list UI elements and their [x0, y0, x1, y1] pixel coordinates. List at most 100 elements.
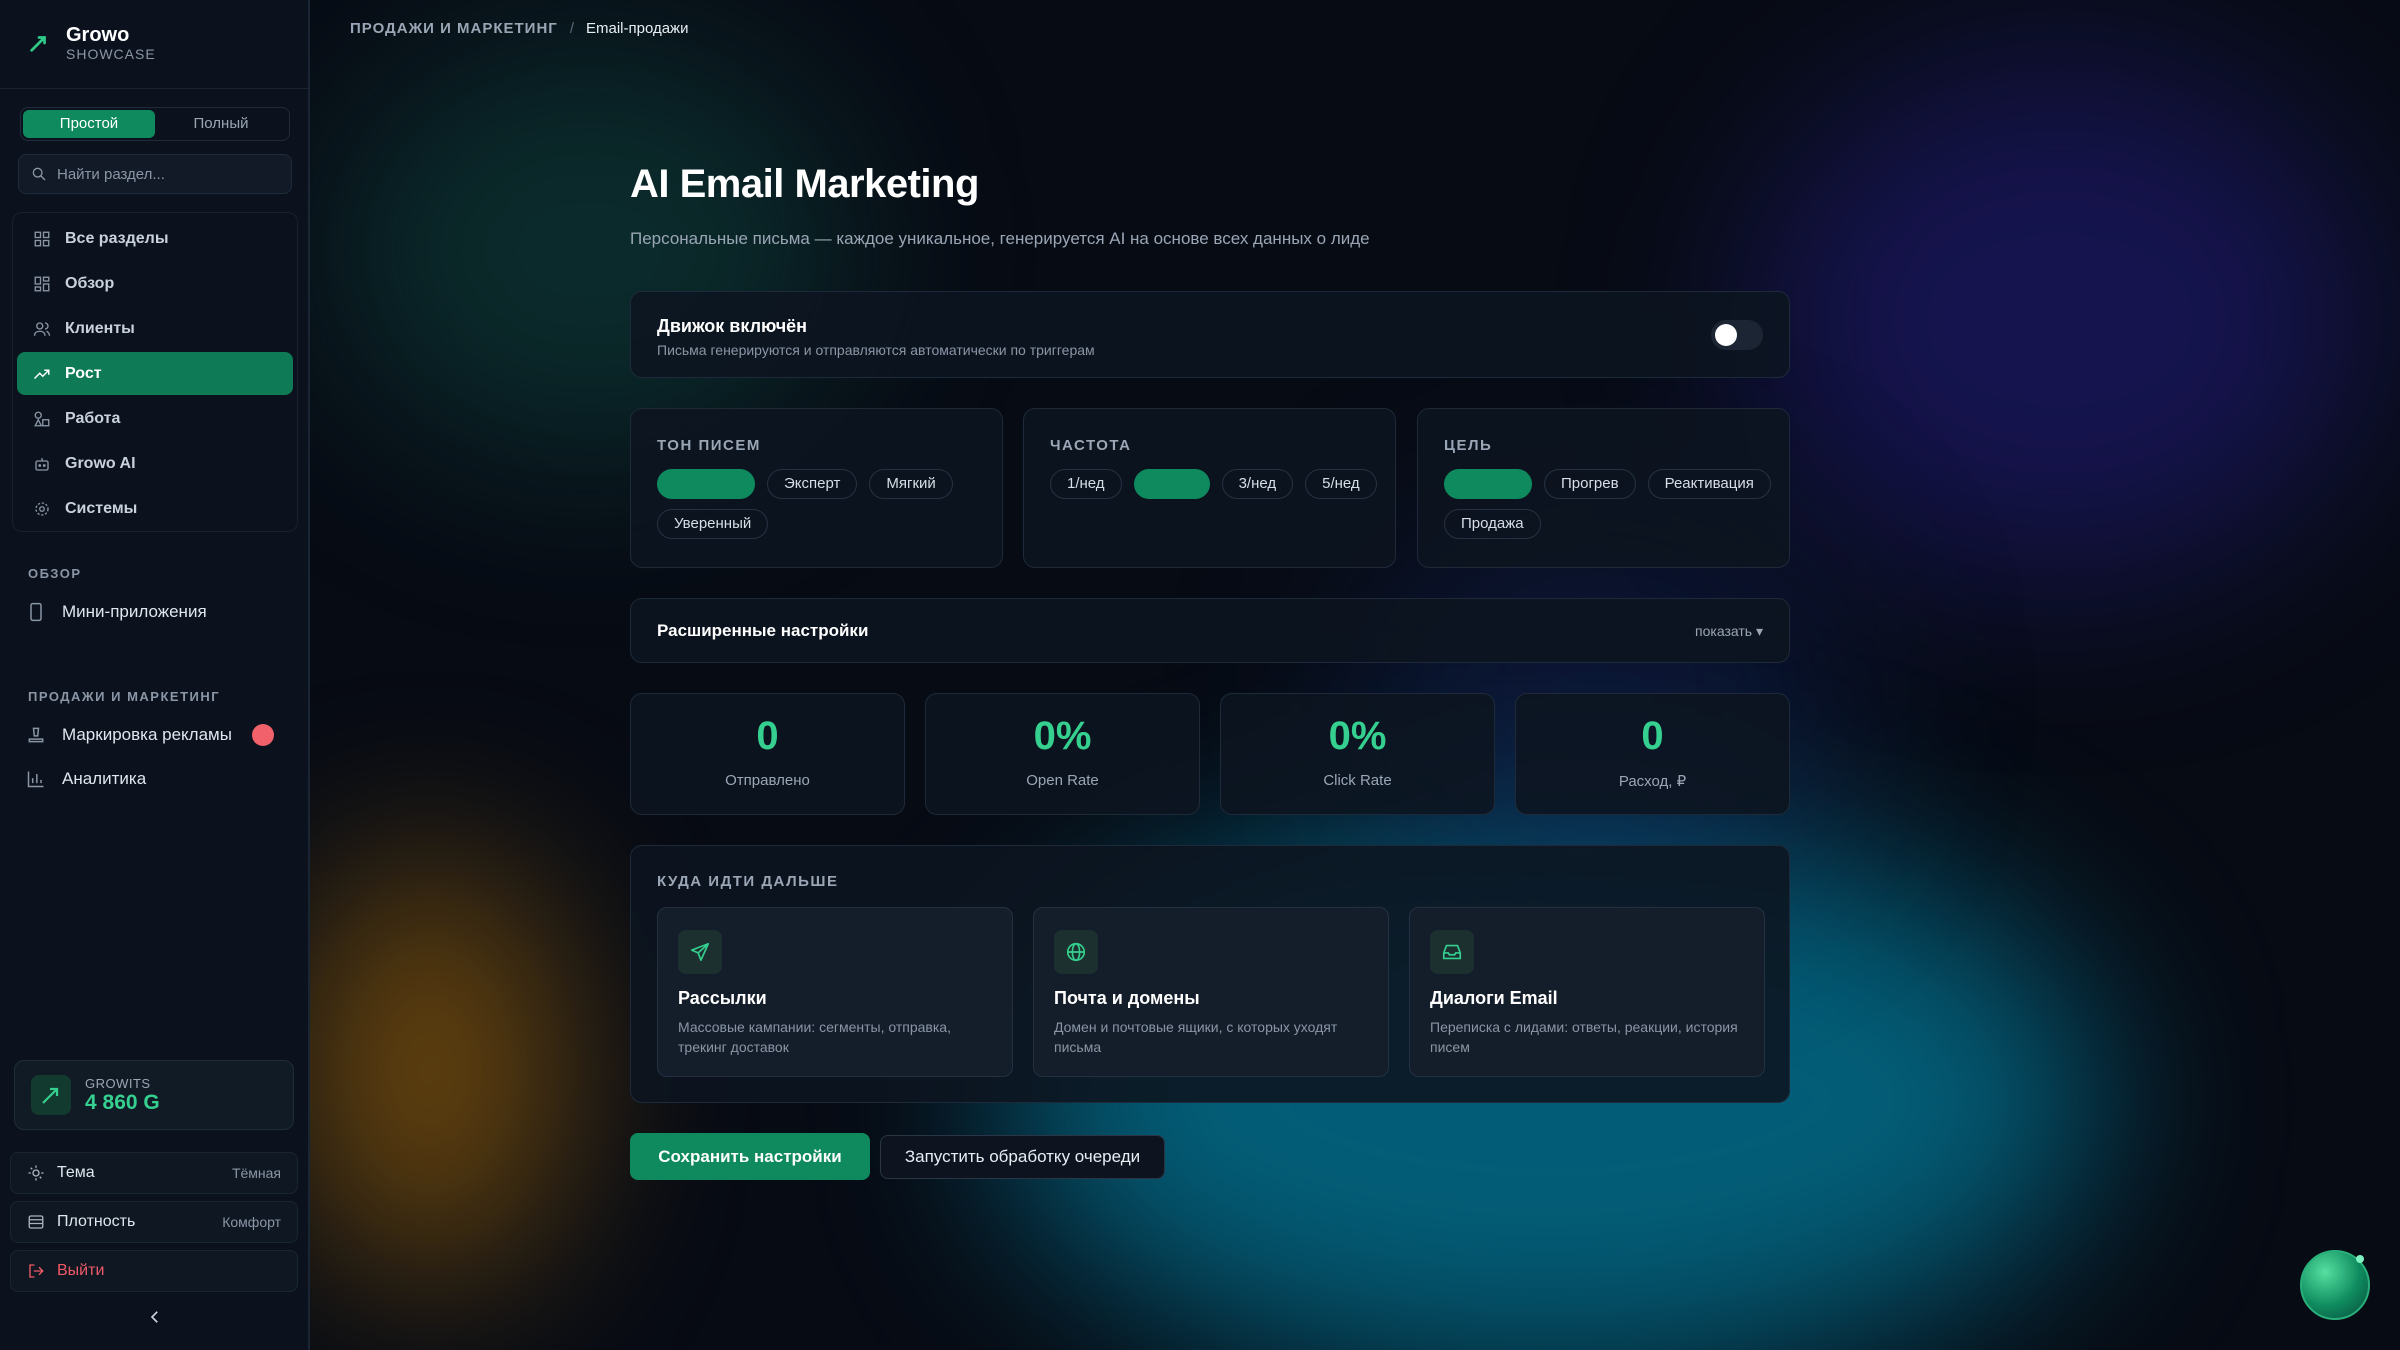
next-steps: КУДА ИДТИ ДАЛЬШЕ Рассылки Массовые кампа… — [630, 845, 1790, 1103]
frequency-chip-3[interactable]: 3/нед — [1221, 469, 1294, 499]
nav-item-all[interactable]: Все разделы — [17, 217, 293, 260]
toggle-knob — [1715, 324, 1737, 346]
inbox-icon — [1442, 944, 1462, 960]
breadcrumb-current: Email-продажи — [585, 20, 689, 37]
tone-chip-selected[interactable] — [657, 469, 755, 499]
density-value: Комфорт — [222, 1214, 281, 1230]
goal-chip-selected[interactable] — [1444, 469, 1532, 499]
tone-chip-expert[interactable]: Эксперт — [767, 469, 858, 499]
next-card-title: Рассылки — [678, 988, 767, 1008]
sidebar-link-mini-apps[interactable]: Мини-приложения — [26, 602, 207, 622]
page-title: AI Email Marketing — [630, 162, 979, 206]
growits-balance[interactable]: GROWITS 4 860 G — [14, 1060, 294, 1130]
brand-name: Growo — [66, 24, 130, 46]
sidebar-link-ads[interactable]: Маркировка рекламы — [26, 724, 274, 746]
growits-icon-box — [31, 1075, 71, 1115]
goal-chip-reactivation[interactable]: Реактивация — [1647, 469, 1771, 499]
search-box — [18, 154, 292, 194]
nav-item-growth[interactable]: Рост — [17, 352, 293, 395]
density-option[interactable]: Плотность Комфорт — [10, 1201, 298, 1243]
goal-chip-sale[interactable]: Продажа — [1444, 509, 1541, 539]
next-card-mailings[interactable]: Рассылки Массовые кампании: сегменты, от… — [657, 907, 1013, 1077]
next-card-desc: Домен и почтовые ящики, с которых уходят… — [1054, 1019, 1338, 1055]
logout-label: Выйти — [57, 1262, 105, 1279]
tone-chip-soft[interactable]: Мягкий — [869, 469, 953, 499]
theme-value: Тёмная — [231, 1165, 281, 1181]
nav-item-label: Системы — [65, 499, 138, 517]
stat-value: 0 — [1641, 714, 1664, 758]
goal-chip-warmup[interactable]: Прогрев — [1544, 469, 1636, 499]
nav-item-label: Работа — [65, 409, 121, 427]
frequency-title: ЧАСТОТА — [1050, 437, 1132, 454]
mode-switch: Простой Полный — [20, 107, 290, 141]
goal-card: ЦЕЛЬ Прогрев Реактивация Продажа — [1417, 408, 1790, 568]
mode-simple-button[interactable]: Простой — [23, 110, 155, 138]
logout-button[interactable]: Выйти — [10, 1250, 298, 1292]
tone-title: ТОН ПИСЕМ — [657, 437, 761, 454]
icon-box — [678, 930, 722, 974]
grid-icon — [34, 231, 50, 246]
status-dot — [2356, 1255, 2364, 1263]
stat-value: 0 — [756, 714, 779, 758]
nav-item-growo-ai[interactable]: Growo AI — [17, 442, 293, 485]
nav-item-work[interactable]: Работа — [17, 397, 293, 440]
frequency-chip-5[interactable]: 5/нед — [1305, 469, 1377, 499]
section-title-overview: ОБЗОР — [28, 566, 82, 581]
goal-title: ЦЕЛЬ — [1444, 437, 1493, 454]
nav-item-clients[interactable]: Клиенты — [17, 307, 293, 350]
engine-title: Движок включён — [657, 316, 808, 336]
frequency-chip-1[interactable]: 1/нед — [1050, 469, 1122, 499]
sidebar-link-analytics[interactable]: Аналитика — [26, 769, 146, 789]
stat-label: Click Rate — [1323, 772, 1392, 789]
send-icon — [690, 942, 710, 962]
breadcrumb-section[interactable]: ПРОДАЖИ И МАРКЕТИНГ — [350, 20, 558, 37]
nav-item-overview[interactable]: Обзор — [17, 262, 293, 305]
sidebar: Growo SHOWCASE Простой Полный Все раздел… — [0, 0, 310, 1350]
mode-full-button[interactable]: Полный — [155, 110, 287, 138]
advanced-show-toggle[interactable]: показать ▾ — [1695, 623, 1763, 640]
tone-chip-confident[interactable]: Уверенный — [657, 509, 769, 539]
logo-icon — [30, 36, 46, 52]
run-queue-button[interactable]: Запустить обработку очереди — [880, 1135, 1165, 1179]
theme-option[interactable]: Тема Тёмная — [10, 1152, 298, 1194]
search-input[interactable] — [57, 165, 277, 183]
chevron-left-icon[interactable] — [146, 1308, 164, 1326]
search-icon — [32, 167, 46, 181]
stat-value: 0% — [1328, 714, 1387, 758]
nav-item-label: Клиенты — [65, 319, 135, 337]
stat-open-rate: 0% Open Rate — [925, 693, 1200, 815]
stat-label: Расход, ₽ — [1618, 773, 1687, 790]
next-card-title: Диалоги Email — [1430, 988, 1558, 1008]
next-card-domains[interactable]: Почта и домены Домен и почтовые ящики, с… — [1033, 907, 1389, 1077]
stat-click-rate: 0% Click Rate — [1220, 693, 1495, 815]
nav-list: Все разделы Обзор Клиенты Рост Работа Gr… — [12, 212, 298, 532]
save-settings-button[interactable]: Сохранить настройки — [630, 1133, 870, 1180]
brand[interactable]: Growo SHOWCASE — [28, 24, 156, 62]
frequency-chip-selected[interactable] — [1133, 469, 1210, 499]
growits-value: 4 860 G — [85, 1090, 160, 1114]
engine-card: Движок включён Письма генерируются и отп… — [630, 291, 1790, 378]
next-card-dialogs[interactable]: Диалоги Email Переписка с лидами: ответы… — [1409, 907, 1765, 1077]
nav-item-systems[interactable]: Системы — [17, 487, 293, 530]
phone-icon — [30, 602, 42, 622]
stat-spend: 0 Расход, ₽ — [1515, 693, 1790, 815]
next-card-desc: Переписка с лидами: ответы, реакции, ист… — [1430, 1019, 1738, 1055]
next-card-desc: Массовые кампании: сегменты, отправка, т… — [678, 1019, 951, 1055]
stat-label: Open Rate — [1026, 772, 1099, 789]
frequency-chips: 1/нед 3/нед 5/нед — [1050, 469, 1380, 499]
engine-toggle[interactable] — [1711, 320, 1763, 350]
stamp-icon — [28, 727, 44, 743]
next-card-title: Почта и домены — [1054, 988, 1200, 1008]
logout-icon — [29, 1264, 44, 1278]
engine-description: Письма генерируются и отправляются автом… — [657, 342, 1095, 358]
gear-icon — [35, 501, 49, 516]
tone-card: ТОН ПИСЕМ Эксперт Мягкий Уверенный — [630, 408, 1003, 568]
divider — [0, 88, 308, 89]
theme-icon — [28, 1165, 44, 1181]
growits-label: GROWITS — [85, 1075, 151, 1091]
icon-box — [1054, 930, 1098, 974]
advanced-settings[interactable]: Расширенные настройки показать ▾ — [630, 598, 1790, 663]
assistant-orb-button[interactable] — [2300, 1250, 2370, 1320]
next-title: КУДА ИДТИ ДАЛЬШЕ — [657, 873, 839, 890]
dashboard-icon — [34, 276, 50, 291]
